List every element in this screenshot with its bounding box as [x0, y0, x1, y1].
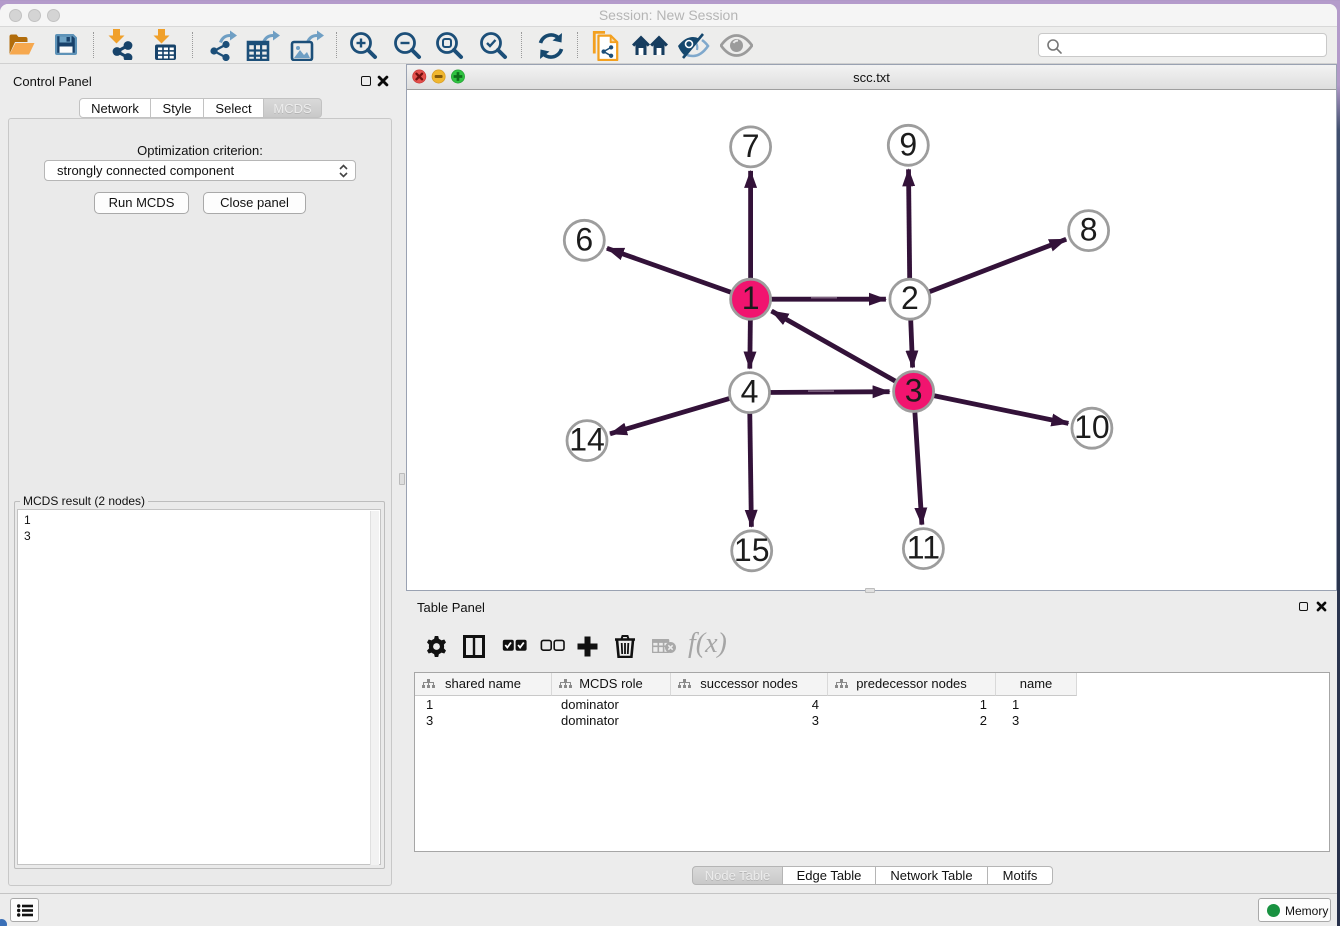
- svg-text:7: 7: [742, 128, 760, 164]
- svg-text:6: 6: [575, 221, 593, 257]
- svg-text:3: 3: [905, 373, 923, 409]
- svg-text:14: 14: [569, 422, 605, 458]
- svg-text:9: 9: [899, 126, 917, 162]
- svg-text:1: 1: [742, 280, 760, 316]
- svg-text:4: 4: [741, 374, 759, 410]
- svg-text:8: 8: [1080, 212, 1098, 248]
- svg-text:15: 15: [734, 532, 770, 568]
- svg-text:2: 2: [901, 280, 919, 316]
- svg-text:11: 11: [907, 530, 940, 566]
- svg-text:10: 10: [1074, 409, 1110, 445]
